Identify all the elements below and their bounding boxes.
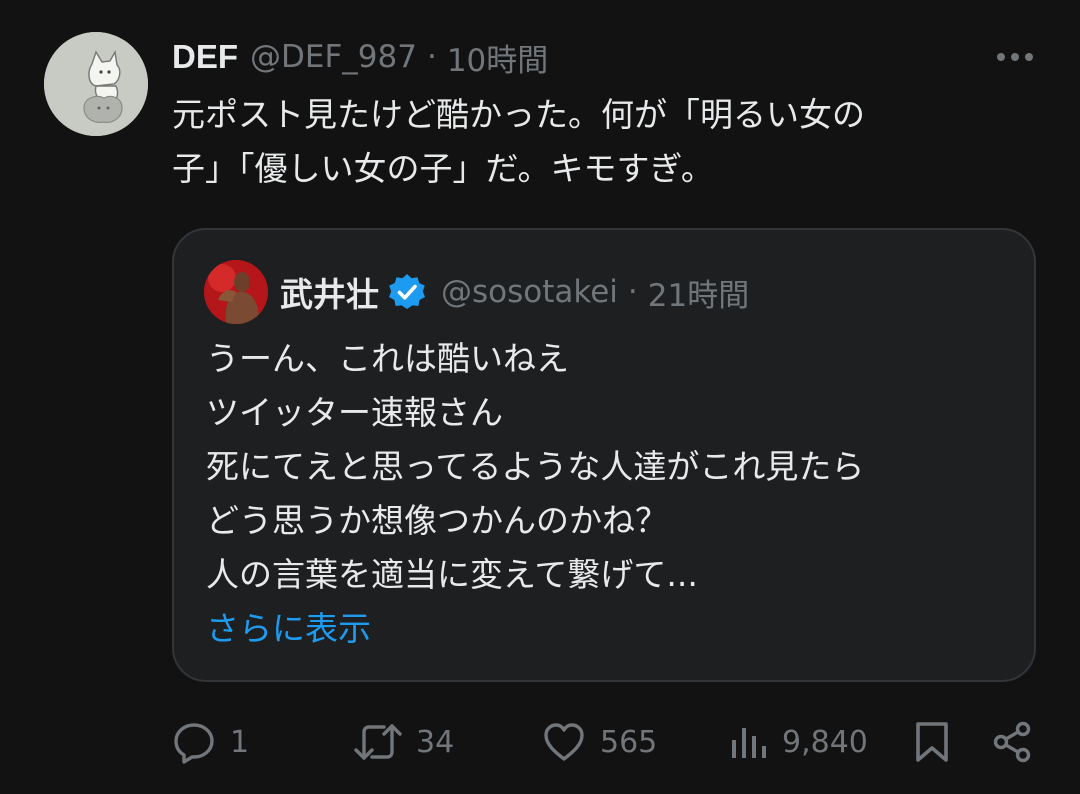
post-container: DEF @DEF_987 · 10時間 元ポスト見たけど酷かった。何が「明るい女… — [0, 0, 1080, 794]
like-count: 565 — [600, 724, 658, 760]
quoted-post-card[interactable]: 武井壮 @sosotakei · 21時間 うーん、これは酷いねえ ツイッター速… — [172, 228, 1036, 682]
author-handle[interactable]: @DEF_987 — [250, 39, 417, 75]
person-photo-icon — [204, 260, 268, 324]
bookmark-icon — [916, 722, 948, 762]
post-text-line: 元ポスト見たけど酷かった。何が「明るい女の — [172, 95, 865, 134]
repost-count: 34 — [416, 724, 455, 760]
more-options-button[interactable] — [990, 40, 1040, 74]
share-button[interactable] — [990, 712, 1034, 772]
repost-icon — [354, 724, 402, 760]
share-icon — [993, 721, 1031, 763]
post-header: DEF @DEF_987 · 10時間 — [172, 34, 548, 80]
reply-count: 1 — [230, 724, 250, 760]
quoted-post-text: うーん、これは酷いねえ ツイッター速報さん 死にてえと思ってるような人達がこれ見… — [206, 332, 1016, 656]
bookmark-button[interactable] — [912, 712, 952, 772]
quoted-author-name[interactable]: 武井壮 — [280, 268, 379, 316]
quoted-text-line: 人の言葉を適当に変えて繋げて... — [206, 555, 698, 594]
quoted-header-separator: · — [627, 274, 638, 310]
header-separator: · — [426, 39, 437, 75]
show-more-link[interactable]: さらに表示 — [206, 602, 1016, 656]
quoted-post-timestamp[interactable]: 21時間 — [648, 270, 749, 315]
reply-button[interactable]: 1 — [172, 712, 249, 772]
verified-badge-icon — [389, 274, 425, 309]
quoted-text-line: どう思うか想像つかんのかね？ — [206, 501, 668, 540]
heart-icon — [544, 723, 584, 761]
post-text: 元ポスト見たけど酷かった。何が「明るい女の 子」「優しい女の子」だ。キモすぎ。 — [172, 88, 1032, 196]
quoted-author-avatar[interactable] — [204, 260, 268, 324]
quoted-text-line: 死にてえと思ってるような人達がこれ見たら — [206, 447, 865, 486]
action-bar: 1 34 565 9,840 — [172, 712, 1042, 772]
post-timestamp[interactable]: 10時間 — [447, 35, 548, 80]
reply-icon — [174, 723, 214, 764]
post-text-line: 子」「優しい女の子」だ。キモすぎ。 — [172, 149, 714, 188]
author-avatar[interactable] — [44, 32, 148, 136]
quoted-text-line: うーん、これは酷いねえ — [206, 339, 569, 378]
author-name[interactable]: DEF — [172, 38, 238, 76]
cat-avatar-icon — [44, 32, 148, 136]
quoted-text-line: ツイッター速報さん — [206, 393, 503, 432]
quoted-post-header: 武井壮 @sosotakei · 21時間 — [280, 268, 749, 316]
more-horizontal-icon — [997, 53, 1033, 61]
repost-button[interactable]: 34 — [354, 712, 454, 772]
views-icon — [732, 728, 766, 758]
view-count: 9,840 — [782, 724, 868, 760]
quoted-author-handle[interactable]: @sosotakei — [441, 274, 618, 310]
like-button[interactable]: 565 — [542, 712, 657, 772]
views-button[interactable]: 9,840 — [728, 712, 868, 772]
